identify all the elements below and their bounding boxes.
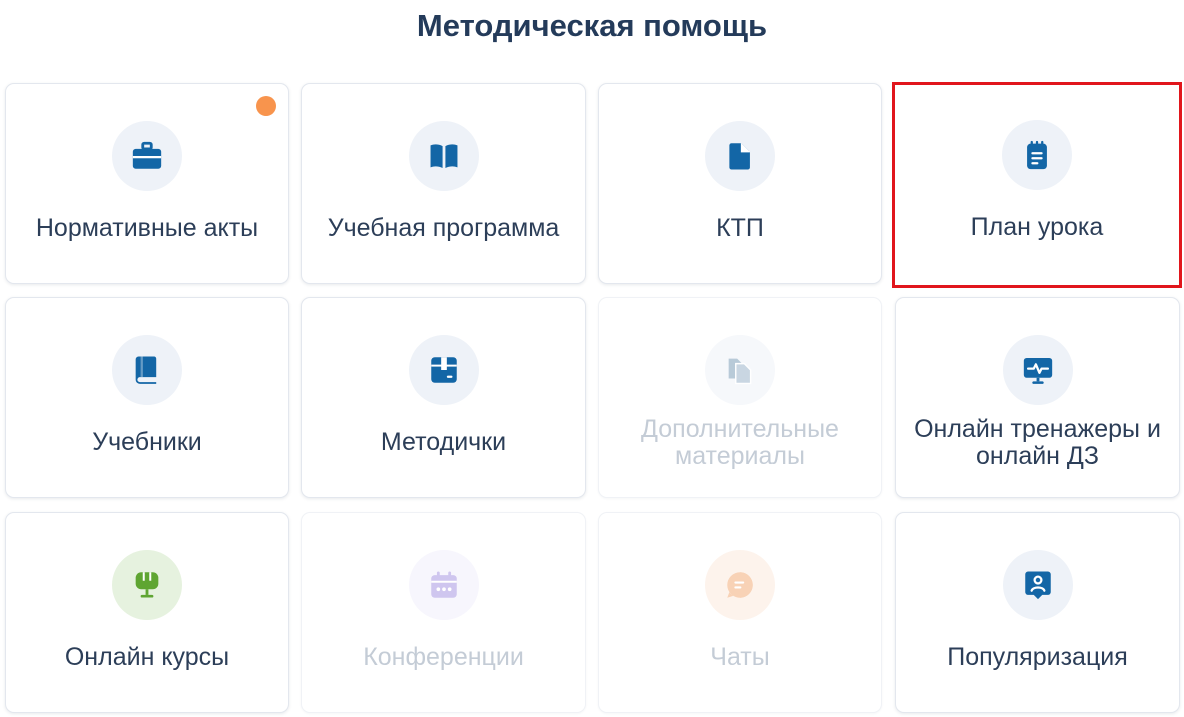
open-book-icon [430,144,457,169]
card-label: Чаты [710,643,770,671]
icon-circle [1002,550,1073,620]
icon-circle [408,121,479,191]
briefcase-icon [132,141,162,169]
notepad-icon [1027,140,1047,170]
notification-badge [256,96,276,116]
card-label: Дополнительные материалы [641,414,839,470]
card-lesson-plan[interactable]: План урока [892,82,1182,288]
icon-circle [112,550,182,620]
card-chats: Чаты [598,512,882,713]
icon-circle [112,335,182,405]
user-badge-icon [1024,571,1051,600]
card-label: Онлайн тренажеры и онлайн ДЗ [914,414,1161,470]
card-label: Онлайн курсы [64,643,230,671]
card-label: План урока [970,213,1104,241]
card-label: Методички [380,428,507,456]
icon-circle [705,335,775,405]
icon-circle [408,335,479,405]
card-conferences: Конференции [301,512,586,713]
chat-bubble-icon [727,572,753,598]
card-manuals[interactable]: Методички [301,297,586,498]
microphone-icon [135,572,159,598]
card-textbooks[interactable]: Учебники [5,297,289,498]
card-label: КТП [716,214,764,242]
icon-circle [408,550,479,620]
monitor-activity-icon [1023,357,1052,384]
card-normative-acts[interactable]: Нормативные акты [5,83,289,284]
card-label: Учебная программа [327,214,560,242]
icon-circle [705,550,775,620]
card-label: Популяризация [947,643,1128,671]
card-online-courses[interactable]: Онлайн курсы [5,512,289,713]
card-label: Нормативные акты [35,214,259,242]
textbook-icon [135,356,157,384]
card-ktp[interactable]: КТП [598,83,882,284]
card-curriculum[interactable]: Учебная программа [301,83,586,284]
icon-circle [112,121,182,191]
methodical-help-grid: Нормативные акты Учебная программа КТП П… [0,0,1184,717]
card-label: Учебники [92,428,202,456]
card-online-trainers[interactable]: Онлайн тренажеры и онлайн ДЗ [895,297,1180,498]
calendar-icon [430,571,457,598]
copy-documents-icon [728,358,752,385]
icon-circle [705,121,775,191]
document-icon [729,143,750,170]
icon-circle [1002,335,1073,405]
card-popularization[interactable]: Популяризация [895,512,1180,713]
icon-circle [1002,120,1072,190]
card-label: Конференции [363,643,524,671]
package-icon [430,357,457,383]
card-additional-materials: Дополнительные материалы [598,297,882,498]
